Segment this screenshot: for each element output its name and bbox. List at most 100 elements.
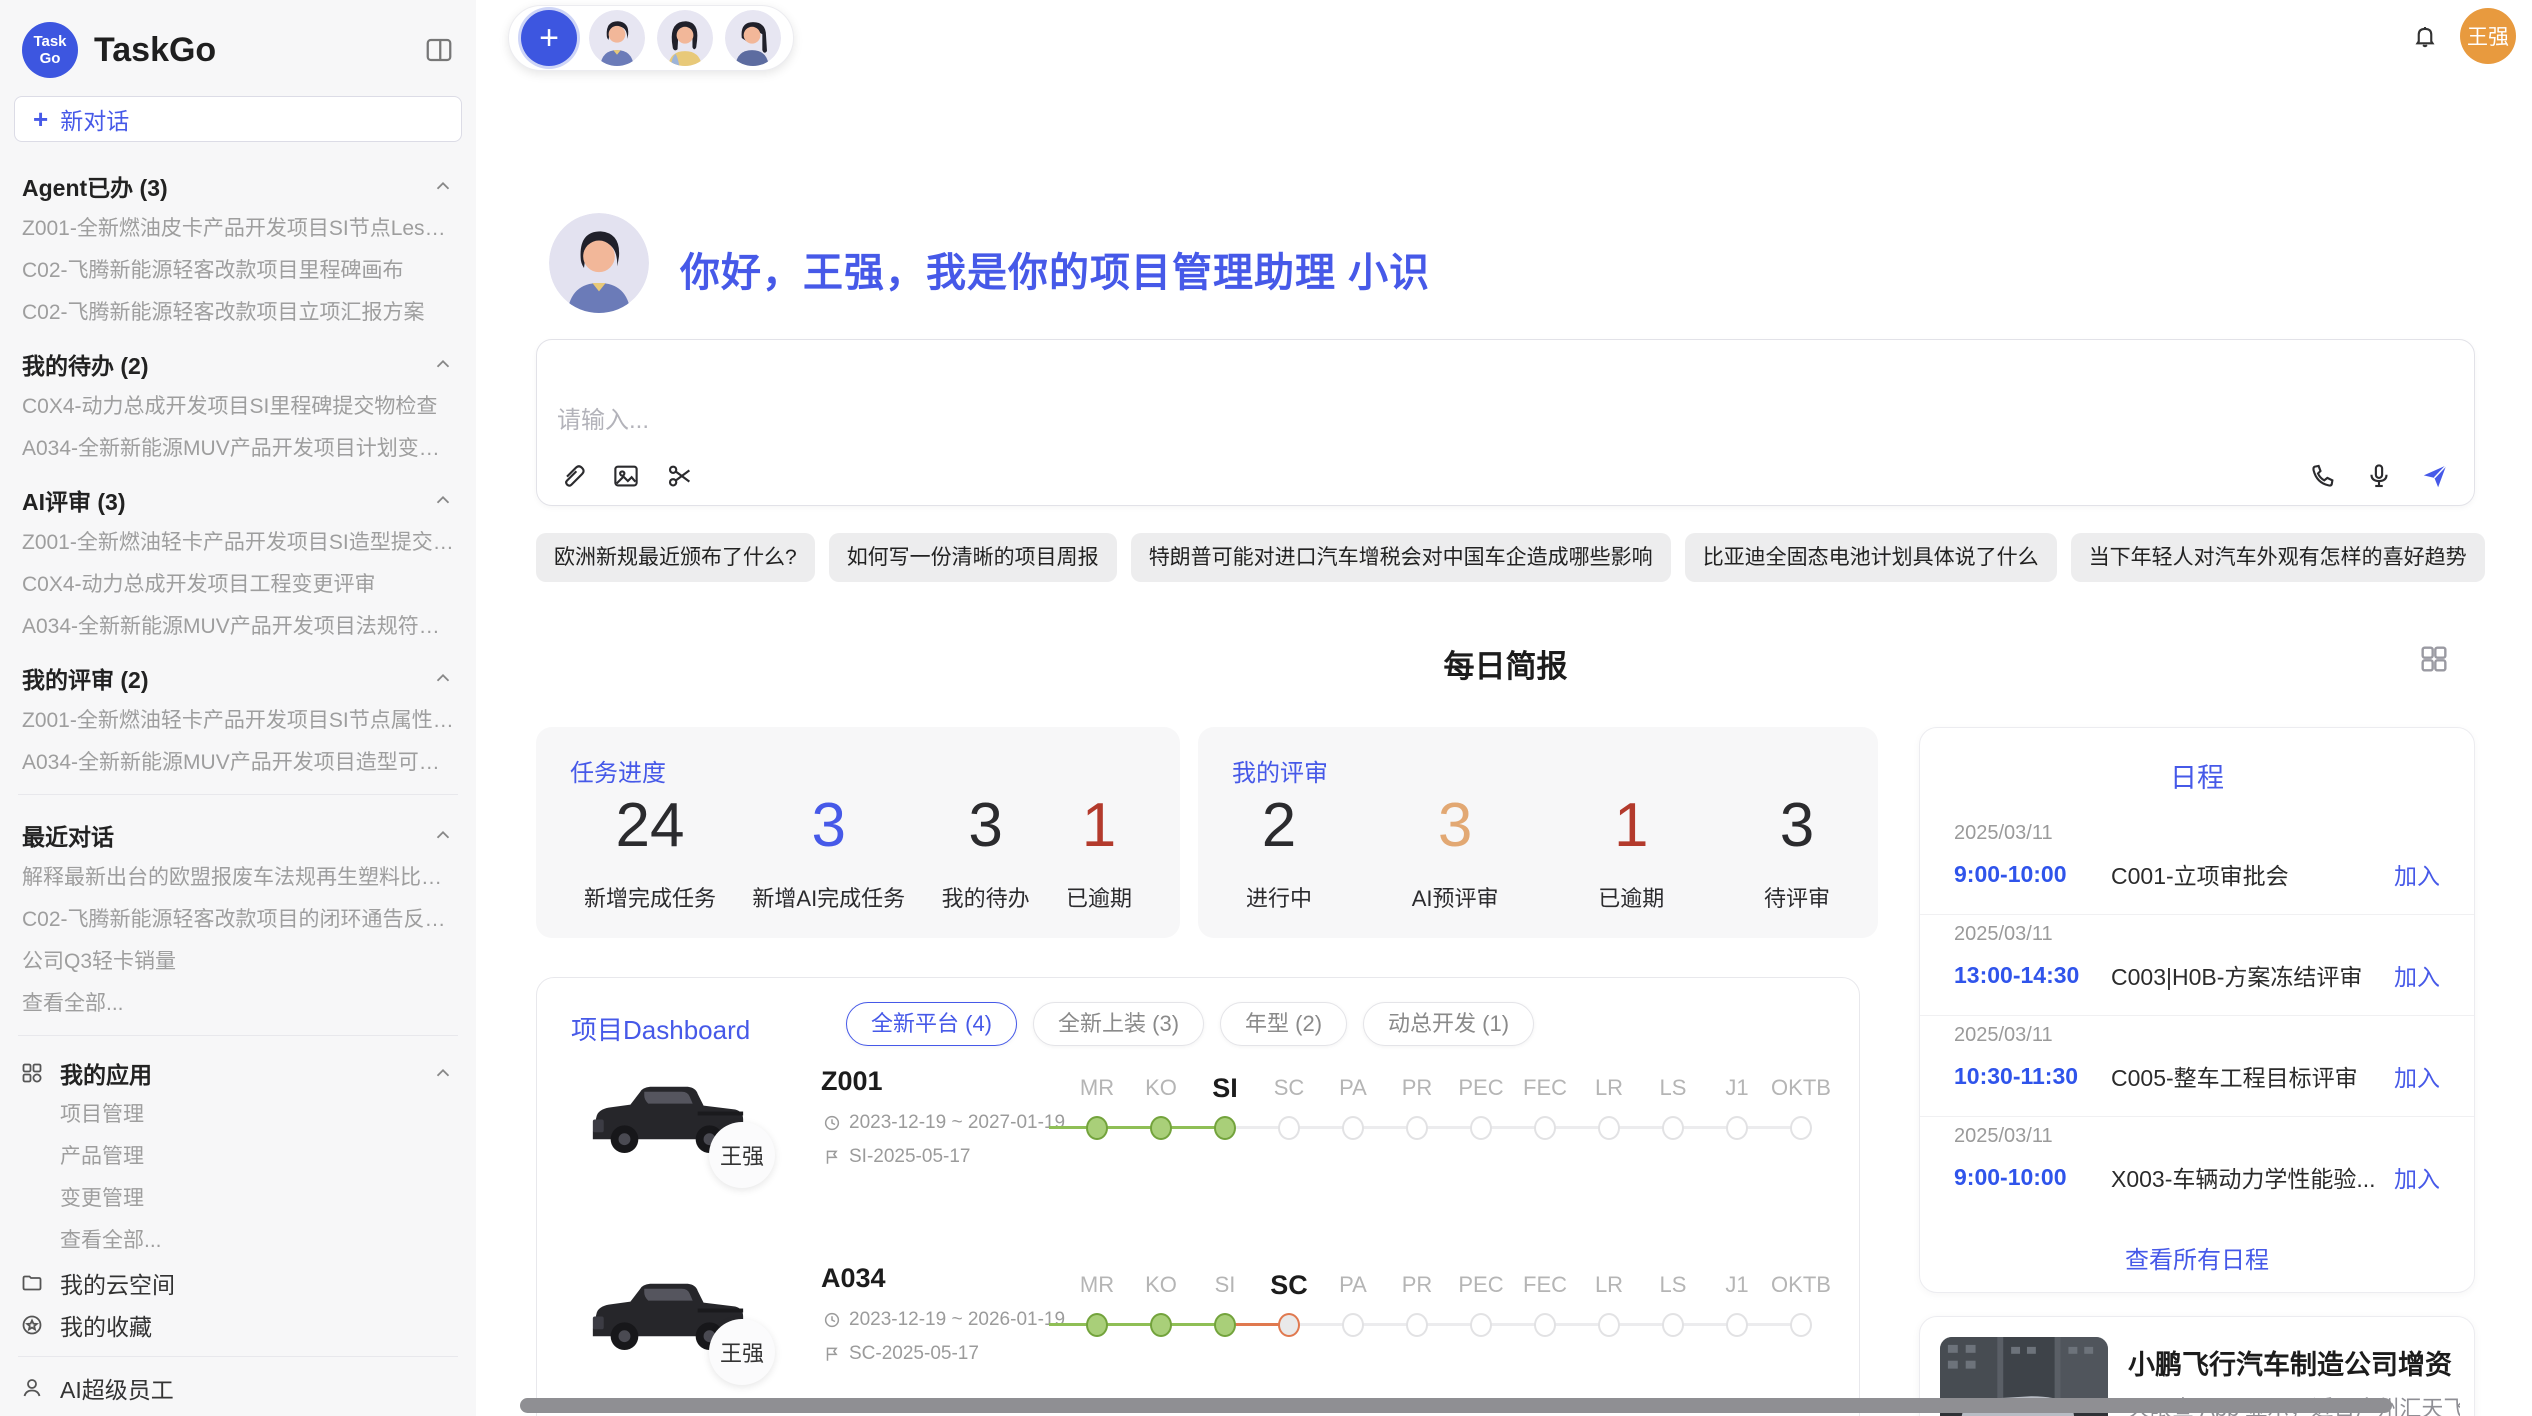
add-agent-button[interactable]: + — [521, 10, 577, 66]
project-flag-note: SC-2025-05-17 — [823, 1343, 979, 1365]
suggestion-chip[interactable]: 当下年轻人对汽车外观有怎样的喜好趋势 — [2071, 533, 2485, 582]
section-my-review[interactable]: 我的评审 (2) — [0, 648, 476, 700]
milestone-label: PA — [1321, 1068, 1385, 1108]
sidebar-item[interactable]: 解释最新出台的欧盟报废车法规再生塑料比例被调至15%... — [0, 857, 476, 899]
sidebar-item[interactable]: Z001-全新燃油轻卡产品开发项目SI造型提交物评审 — [0, 522, 476, 564]
notification-bell-icon[interactable] — [2410, 22, 2440, 52]
join-link[interactable]: 加入 — [2394, 958, 2440, 992]
tab-new-platform[interactable]: 全新平台 (4) — [846, 1002, 1017, 1046]
divider — [18, 1356, 458, 1357]
microphone-icon[interactable] — [2364, 461, 2394, 491]
project-row[interactable]: 王强 Z001 2023-12-19 ~ 2027-01-19 SI-2025-… — [537, 1064, 1861, 1260]
stat-value: 1 — [1598, 789, 1664, 863]
chevron-up-icon[interactable] — [432, 667, 454, 689]
sidebar-item-my-apps[interactable]: 我的应用 — [0, 1046, 476, 1094]
milestone-dot — [1342, 1313, 1364, 1337]
sidebar-item-ai-employee[interactable]: AI超级员工 — [0, 1367, 476, 1409]
date-range: 2023-12-19 ~ 2027-01-19 — [849, 1112, 1065, 1134]
sidebar-item-favorites[interactable]: 我的收藏 — [0, 1304, 476, 1346]
suggestion-chip[interactable]: 特朗普可能对进口汽车增税会对中国车企造成哪些影响 — [1131, 533, 1671, 582]
milestone-dot — [1598, 1116, 1620, 1140]
milestone-dot-alert — [1278, 1313, 1300, 1337]
apps-grid-icon — [20, 1061, 44, 1085]
project-code: A034 — [821, 1263, 886, 1294]
tab-powertrain[interactable]: 动总开发 (1) — [1363, 1002, 1534, 1046]
chat-input[interactable] — [557, 400, 2057, 446]
milestone-label: KO — [1129, 1068, 1193, 1108]
sidebar-item[interactable]: C02-飞腾新能源轻客改款项目立项汇报方案 — [0, 292, 476, 334]
schedule-time: 13:00-14:30 — [1954, 962, 2111, 989]
milestone-label: KO — [1129, 1265, 1193, 1305]
agent-avatar[interactable] — [657, 10, 713, 66]
join-link[interactable]: 加入 — [2394, 1059, 2440, 1093]
sidebar-item-change-mgmt[interactable]: 变更管理 — [0, 1178, 476, 1220]
project-flag-note: SI-2025-05-17 — [823, 1146, 970, 1168]
agent-avatar[interactable] — [725, 10, 781, 66]
chevron-up-icon[interactable] — [432, 353, 454, 375]
sidebar-item-project-mgmt[interactable]: 项目管理 — [0, 1094, 476, 1136]
flag-text: SI-2025-05-17 — [849, 1146, 970, 1168]
milestone-dot — [1790, 1313, 1812, 1337]
stat-label: 我的待办 — [942, 881, 1030, 913]
date-range: 2023-12-19 ~ 2026-01-19 — [849, 1309, 1065, 1331]
sidebar-item-help-write[interactable]: 帮我写作 — [0, 1409, 476, 1416]
sidebar-item[interactable]: A034-全新新能源MUV产品开发项目法规符合性评审 — [0, 606, 476, 648]
section-recent-chats[interactable]: 最近对话 — [0, 805, 476, 857]
sidebar-item[interactable]: 公司Q3轻卡销量 — [0, 941, 476, 983]
suggestion-chip[interactable]: 如何写一份清晰的项目周报 — [829, 533, 1117, 582]
sidebar-item-view-all-apps[interactable]: 查看全部... — [0, 1220, 476, 1262]
view-all-schedule-link[interactable]: 查看所有日程 — [1920, 1240, 2474, 1275]
milestone-label: FEC — [1513, 1068, 1577, 1108]
horizontal-scrollbar[interactable] — [520, 1398, 2392, 1413]
phone-icon[interactable] — [2308, 461, 2338, 491]
sidebar-item[interactable]: C02-飞腾新能源轻客改款项目的闭环通告反馈情况 — [0, 899, 476, 941]
sidebar-item[interactable]: A034-全新新能源MUV产品开发项目计划变更表编写 — [0, 428, 476, 470]
sidebar-item[interactable]: C0X4-动力总成开发项目SI里程碑提交物检查 — [0, 386, 476, 428]
sidebar-item[interactable]: Z001-全新燃油皮卡产品开发项目SI节点Lesson Learn报告 — [0, 208, 476, 250]
tab-new-body[interactable]: 全新上装 (3) — [1033, 1002, 1204, 1046]
chevron-up-icon[interactable] — [432, 824, 454, 846]
milestone-dot — [1726, 1313, 1748, 1337]
sidebar-item[interactable]: C02-飞腾新能源轻客改款项目里程碑画布 — [0, 250, 476, 292]
stat-value: 3 — [942, 789, 1030, 863]
scissors-icon[interactable] — [665, 461, 695, 491]
new-chat-button[interactable]: + 新对话 — [14, 96, 462, 142]
join-link[interactable]: 加入 — [2394, 1160, 2440, 1194]
suggestion-chip[interactable]: 比亚迪全固态电池计划具体说了什么 — [1685, 533, 2057, 582]
chevron-up-icon[interactable] — [432, 1062, 454, 1084]
task-progress-card: 任务进度 24 新增完成任务 3 新增AI完成任务 3 我的待办 1 已逾期 — [536, 727, 1180, 938]
user-avatar[interactable]: 王强 — [2460, 8, 2516, 64]
sidebar-item-view-all[interactable]: 查看全部... — [0, 983, 476, 1025]
layout-grid-icon[interactable] — [2418, 643, 2450, 675]
attachment-icon[interactable] — [557, 461, 587, 491]
chevron-up-icon[interactable] — [432, 175, 454, 197]
milestone-label: J1 — [1705, 1265, 1769, 1305]
milestone-track: MR KO SI SC PA PR PEC FEC LR LS J1 OKTB — [1065, 1068, 1833, 1178]
image-icon[interactable] — [611, 461, 641, 491]
section-ai-review[interactable]: AI评审 (3) — [0, 470, 476, 522]
schedule-card: 日程 2025/03/11 9:00-10:00 C001-立项审批会 加入 2… — [1919, 727, 2475, 1293]
stat: 1 已逾期 — [1598, 789, 1664, 913]
sidebar-item[interactable]: C0X4-动力总成开发项目工程变更评审 — [0, 564, 476, 606]
daily-brief-title: 每日简报 — [536, 641, 2475, 686]
stat-label: AI预评审 — [1412, 881, 1499, 913]
join-link[interactable]: 加入 — [2394, 857, 2440, 891]
project-row[interactable]: 王强 A034 2023-12-19 ~ 2026-01-19 SC-2025-… — [537, 1261, 1861, 1416]
sidebar-item-product-mgmt[interactable]: 产品管理 — [0, 1136, 476, 1178]
schedule-date: 2025/03/11 — [1954, 1125, 2440, 1148]
sidebar-item[interactable]: A034-全新新能源MUV产品开发项目造型可行性评审 — [0, 742, 476, 784]
flag-icon — [823, 1148, 841, 1166]
sidebar-collapse-icon[interactable] — [424, 35, 454, 65]
sidebar-item-cloud-space[interactable]: 我的云空间 — [0, 1262, 476, 1304]
person-icon — [20, 1376, 44, 1400]
sidebar-item[interactable]: Z001-全新燃油轻卡产品开发项目SI节点属性5D文件评审 — [0, 700, 476, 742]
tab-year-model[interactable]: 年型 (2) — [1220, 1002, 1347, 1046]
chevron-up-icon[interactable] — [432, 489, 454, 511]
milestone-dot — [1214, 1116, 1236, 1140]
agent-avatar[interactable] — [589, 10, 645, 66]
section-agent-done[interactable]: Agent已办 (3) — [0, 156, 476, 208]
milestone-dot — [1790, 1116, 1812, 1140]
suggestion-chip[interactable]: 欧洲新规最近颁布了什么? — [536, 533, 815, 582]
section-my-todo[interactable]: 我的待办 (2) — [0, 334, 476, 386]
send-icon[interactable] — [2420, 461, 2450, 491]
